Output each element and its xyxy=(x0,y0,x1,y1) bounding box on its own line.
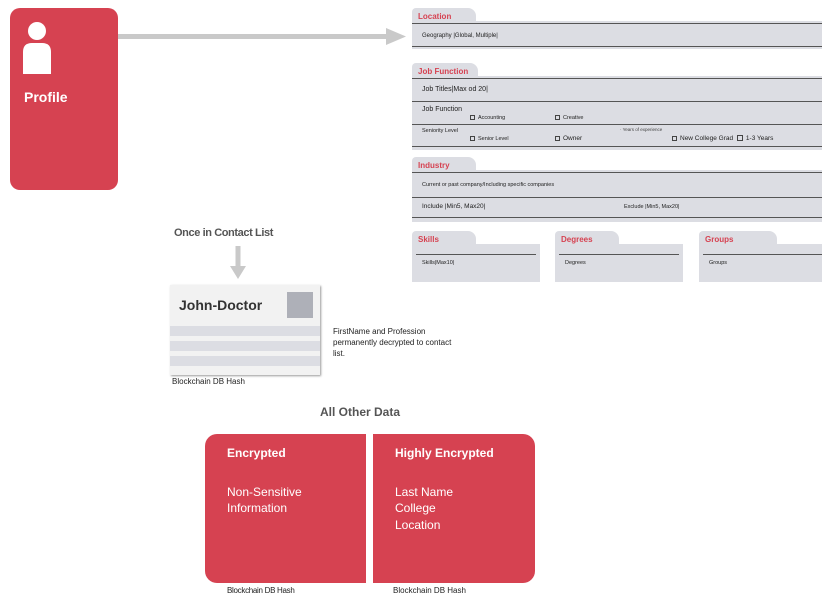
industry-panel xyxy=(412,170,822,222)
encrypted-box: Encrypted Non-Sensitive Information xyxy=(205,434,366,583)
geography-field[interactable]: Geography |Global, Multiple| xyxy=(422,33,498,39)
card-line xyxy=(170,341,320,351)
tab-degrees[interactable]: Degrees xyxy=(555,231,619,245)
encrypted-title: Encrypted xyxy=(227,446,286,460)
profile-card[interactable]: Profile xyxy=(10,8,118,190)
highly-encrypted-body-line: College xyxy=(395,501,436,515)
highly-encrypted-body-line: Last Name xyxy=(395,485,454,499)
option-senior-level[interactable]: Senior Level xyxy=(470,136,509,142)
job-titles-field[interactable]: Job Titles|Max od 20| xyxy=(422,86,488,93)
checkbox-icon xyxy=(470,136,475,142)
option-new-college-grad[interactable]: New College Grad 1-3 Years xyxy=(672,135,773,142)
groups-field[interactable]: Groups xyxy=(709,260,727,266)
tab-job-function[interactable]: Job Function xyxy=(412,63,478,77)
encrypted-hash: Blockchain DB Hash xyxy=(227,586,295,595)
checkbox-icon xyxy=(555,115,560,121)
option-owner[interactable]: Owner xyxy=(555,135,582,142)
contact-hash: Blockchain DB Hash xyxy=(172,377,245,386)
contact-card[interactable]: John-Doctor xyxy=(170,285,320,375)
skills-field[interactable]: Skills|Max10| xyxy=(422,260,454,266)
arrow-down-icon xyxy=(230,246,246,279)
exclude-field[interactable]: Exclude |Min5, Max20| xyxy=(624,204,679,210)
encrypted-body-line: Non-Sensitive xyxy=(227,485,302,499)
years-label: · Years of experience xyxy=(620,127,663,132)
photo-placeholder-icon xyxy=(287,292,313,318)
checkbox-icon xyxy=(736,135,743,142)
highly-encrypted-body-line: Location xyxy=(395,518,441,532)
card-line xyxy=(170,356,320,366)
highly-encrypted-box: Highly Encrypted Last Name College Locat… xyxy=(373,434,535,583)
user-icon xyxy=(23,22,51,74)
tab-skills[interactable]: Skills xyxy=(412,231,476,245)
checkbox-icon xyxy=(470,115,475,121)
degrees-field[interactable]: Degrees xyxy=(565,260,586,266)
contact-card-name: John-Doctor xyxy=(179,297,263,313)
include-field[interactable]: Include |Min5, Max20| xyxy=(422,203,485,210)
checkbox-icon xyxy=(555,135,560,141)
arrow-right-icon xyxy=(118,28,406,45)
seniority-label: Seniority Level xyxy=(422,128,459,134)
option-accounting[interactable]: Accounting xyxy=(470,115,505,121)
other-heading: All Other Data xyxy=(320,405,401,419)
tab-groups[interactable]: Groups xyxy=(699,231,777,245)
highly-encrypted-hash: Blockchain DB Hash xyxy=(393,586,466,595)
tab-location[interactable]: Location xyxy=(412,8,476,22)
option-creative[interactable]: Creative xyxy=(555,115,583,121)
checkbox-icon xyxy=(672,135,677,141)
contact-note: FirstName and Profession permanently dec… xyxy=(333,327,452,358)
current-company-field[interactable]: Current or past company/Including specif… xyxy=(422,182,554,188)
contact-heading: Once in Contact List xyxy=(174,227,273,239)
card-line xyxy=(170,326,320,336)
highly-encrypted-title: Highly Encrypted xyxy=(395,446,494,460)
job-function-label: Job Function xyxy=(422,106,463,113)
tab-industry[interactable]: Industry xyxy=(412,157,476,171)
encrypted-body-line: Information xyxy=(227,501,288,515)
profile-label: Profile xyxy=(24,89,68,105)
